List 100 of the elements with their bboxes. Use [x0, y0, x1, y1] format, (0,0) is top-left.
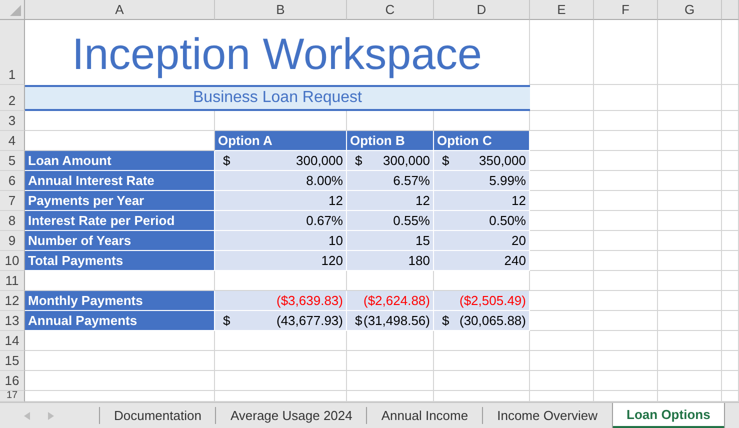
empty-cell	[658, 151, 722, 171]
table-cell: 12	[215, 191, 347, 211]
empty-cell	[658, 351, 722, 371]
empty-cell	[658, 131, 722, 151]
table-cell: 10	[215, 231, 347, 251]
empty-cell	[594, 85, 658, 111]
empty-cell	[658, 85, 722, 111]
empty-cell	[658, 231, 722, 251]
column-header: Option B	[347, 131, 434, 151]
row-number[interactable]: 9	[0, 231, 25, 251]
row-label: Annual Payments	[25, 311, 215, 331]
column-heading[interactable]: A	[25, 0, 215, 20]
column-header: Option C	[434, 131, 530, 151]
empty-cell	[530, 331, 594, 351]
column-heading[interactable]: B	[215, 0, 347, 20]
row-label: Annual Interest Rate	[25, 171, 215, 191]
empty-cell	[658, 191, 722, 211]
sheet-tab[interactable]: Annual Income	[367, 407, 484, 424]
column-heading[interactable]: E	[530, 0, 594, 20]
empty-cell	[594, 171, 658, 191]
empty-cell	[658, 271, 722, 291]
empty-cell	[530, 351, 594, 371]
column-header: Option A	[215, 131, 347, 151]
table-cell: 8.00%	[215, 171, 347, 191]
empty-cell	[594, 331, 658, 351]
empty-cell	[594, 271, 658, 291]
empty-cell	[658, 371, 722, 391]
empty-cell	[722, 231, 739, 251]
table-cell: 120	[215, 251, 347, 271]
sheet-tab[interactable]: Loan Options	[612, 403, 724, 428]
row-number[interactable]: 17	[0, 391, 25, 402]
cell-value: (43,677.93)	[276, 313, 343, 328]
column-heading[interactable]: F	[594, 0, 658, 20]
currency-symbol: $	[442, 153, 450, 168]
empty-cell	[594, 151, 658, 171]
row-number[interactable]: 4	[0, 131, 25, 151]
row-number[interactable]: 15	[0, 351, 25, 371]
empty-cell	[722, 271, 739, 291]
table-cell: ($3,639.83)	[215, 291, 347, 311]
row-label: Monthly Payments	[25, 291, 215, 311]
row-number[interactable]: 10	[0, 251, 25, 271]
empty-cell	[722, 291, 739, 311]
table-cell: 0.67%	[215, 211, 347, 231]
empty-cell	[658, 171, 722, 191]
row-number[interactable]: 5	[0, 151, 25, 171]
row-number[interactable]: 13	[0, 311, 25, 331]
empty-cell	[594, 111, 658, 131]
cell-value: (31,498.56)	[364, 313, 430, 328]
row-number[interactable]: 11	[0, 271, 25, 291]
column-heading[interactable]: D	[434, 0, 530, 20]
empty-cell	[530, 271, 594, 291]
empty-cell	[594, 191, 658, 211]
previous-sheet-icon[interactable]	[24, 412, 30, 420]
sheet-tab[interactable]: Documentation	[100, 407, 216, 424]
row-number[interactable]: 14	[0, 331, 25, 351]
table-cell: ($2,624.88)	[347, 291, 434, 311]
table-cell: 0.55%	[347, 211, 434, 231]
empty-cell	[530, 371, 594, 391]
empty-cell	[658, 291, 722, 311]
column-heading-strip	[722, 0, 739, 20]
empty-cell	[722, 311, 739, 331]
currency-symbol: $	[223, 313, 230, 328]
table-cell: 5.99%	[434, 171, 530, 191]
row-number[interactable]: 2	[0, 85, 25, 111]
table-cell: 20	[434, 231, 530, 251]
row-label: Payments per Year	[25, 191, 215, 211]
empty-cell	[594, 311, 658, 331]
row-number[interactable]: 6	[0, 171, 25, 191]
cell-value: 300,000	[296, 153, 343, 168]
column-heading[interactable]: C	[347, 0, 434, 20]
row-number[interactable]: 3	[0, 111, 25, 131]
column-heading[interactable]: G	[658, 0, 722, 20]
row-number[interactable]: 12	[0, 291, 25, 311]
currency-symbol: $	[355, 153, 362, 168]
row-number[interactable]: 8	[0, 211, 25, 231]
row-label: Total Payments	[25, 251, 215, 271]
select-all-icon[interactable]	[10, 5, 21, 16]
table-cell: 12	[347, 191, 434, 211]
cell-value: 300,000	[383, 153, 430, 168]
table-cell: 0.50%	[434, 211, 530, 231]
table-cell: 6.57%	[347, 171, 434, 191]
empty-cell	[722, 211, 739, 231]
empty-cell	[722, 251, 739, 271]
cell-value: (30,065.88)	[460, 313, 526, 328]
row-number[interactable]: 7	[0, 191, 25, 211]
table-cell: 15	[347, 231, 434, 251]
currency-symbol: $	[355, 313, 362, 328]
empty-cell	[722, 111, 739, 131]
empty-cell	[594, 231, 658, 251]
empty-cell	[530, 111, 594, 131]
row-label: Number of Years	[25, 231, 215, 251]
row-number[interactable]: 1	[0, 20, 25, 85]
table-cell: 240	[434, 251, 530, 271]
empty-cell	[722, 131, 739, 151]
next-sheet-icon[interactable]	[48, 412, 54, 420]
empty-cell	[658, 311, 722, 331]
row-number[interactable]: 16	[0, 371, 25, 391]
empty-cell	[658, 211, 722, 231]
sheet-tab[interactable]: Average Usage 2024	[216, 407, 368, 424]
table-cell: ($2,505.49)	[434, 291, 530, 311]
